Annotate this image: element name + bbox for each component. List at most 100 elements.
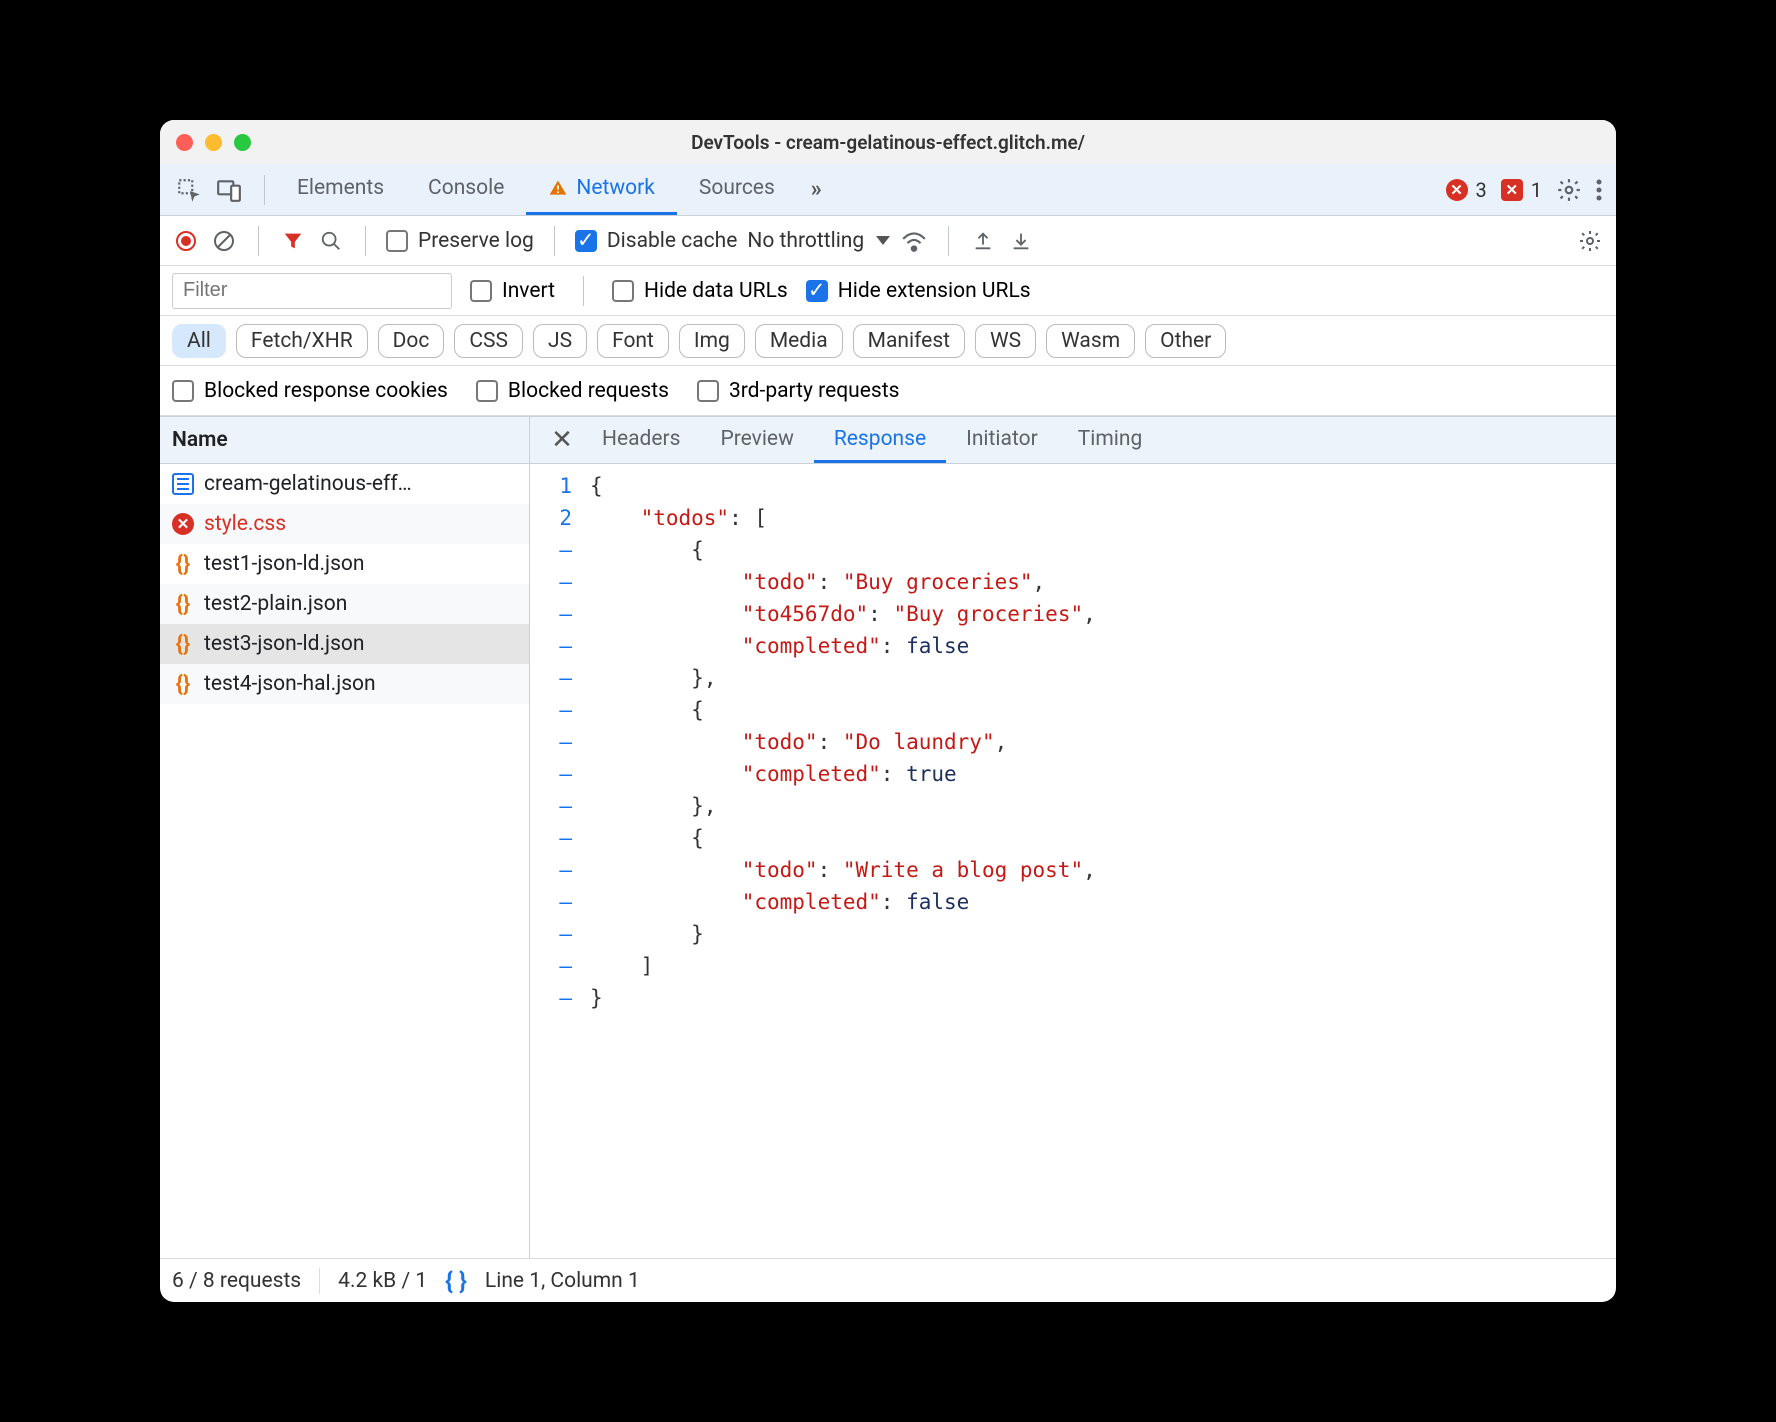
request-item[interactable]: {}test2-plain.json — [160, 584, 529, 624]
detail-tab-response[interactable]: Response — [814, 417, 946, 463]
devtools-window: DevTools - cream-gelatinous-effect.glitc… — [160, 120, 1616, 1302]
more-tabs-button[interactable]: » — [811, 177, 818, 202]
blocked-cookies-checkbox[interactable]: Blocked response cookies — [172, 379, 448, 403]
detail-tab-headers[interactable]: Headers — [582, 417, 700, 463]
tab-network[interactable]: Network — [526, 164, 677, 215]
detail-tabs: ✕ HeadersPreviewResponseInitiatorTiming — [530, 416, 1616, 464]
requests-count: 6 / 8 requests — [172, 1269, 301, 1293]
request-item[interactable]: cream-gelatinous-eff… — [160, 464, 529, 504]
invert-checkbox[interactable]: Invert — [470, 279, 555, 303]
hide-data-urls-checkbox[interactable]: Hide data URLs — [612, 279, 788, 303]
third-party-checkbox[interactable]: 3rd-party requests — [697, 379, 899, 403]
type-filter-media[interactable]: Media — [755, 324, 843, 358]
network-toolbar: Preserve log ✓Disable cache No throttlin… — [160, 216, 1616, 266]
search-icon[interactable] — [317, 227, 345, 255]
request-name: test1-json-ld.json — [204, 552, 364, 576]
kebab-menu-icon[interactable] — [1596, 178, 1602, 202]
detail-tab-preview[interactable]: Preview — [700, 417, 813, 463]
error-icon: ✕ — [172, 513, 194, 535]
type-filter-manifest[interactable]: Manifest — [853, 324, 965, 358]
disable-cache-label: Disable cache — [607, 229, 738, 253]
tab-label: Network — [576, 176, 655, 200]
request-name: cream-gelatinous-eff… — [204, 472, 412, 496]
inspect-element-icon[interactable] — [176, 177, 202, 203]
type-filter-font[interactable]: Font — [597, 324, 669, 358]
type-filter-fetch-xhr[interactable]: Fetch/XHR — [236, 324, 368, 358]
window-minimize-button[interactable] — [205, 134, 222, 151]
upload-har-icon[interactable] — [969, 227, 997, 255]
warning-icon — [548, 178, 568, 198]
tab-console[interactable]: Console — [406, 164, 526, 215]
hide-ext-urls-label: Hide extension URLs — [838, 279, 1031, 303]
close-detail-button[interactable]: ✕ — [542, 417, 582, 463]
issues-count: 1 — [1531, 178, 1542, 202]
type-filter-other[interactable]: Other — [1145, 324, 1226, 358]
type-filter-row: All Fetch/XHR Doc CSS JS Font Img Media Manifest… — [160, 316, 1616, 366]
blocked-requests-label: Blocked requests — [508, 379, 669, 403]
transfer-size: 4.2 kB / 1 — [338, 1269, 427, 1293]
chevron-down-icon — [876, 236, 890, 245]
type-filter-doc[interactable]: Doc — [378, 324, 445, 358]
tab-elements[interactable]: Elements — [275, 164, 406, 215]
hide-ext-urls-checkbox[interactable]: ✓Hide extension URLs — [806, 279, 1031, 303]
disable-cache-checkbox[interactable]: ✓Disable cache — [575, 229, 738, 253]
filter-input[interactable] — [172, 273, 452, 309]
request-list: Name cream-gelatinous-eff…✕style.css{}te… — [160, 416, 530, 1258]
tab-label: Elements — [297, 176, 384, 200]
request-name: test4-json-hal.json — [204, 672, 376, 696]
json-icon: {} — [172, 672, 194, 697]
filter-icon[interactable] — [279, 227, 307, 255]
type-filter-img[interactable]: Img — [679, 324, 745, 358]
request-name: style.css — [204, 512, 286, 536]
download-har-icon[interactable] — [1007, 227, 1035, 255]
preserve-log-checkbox[interactable]: Preserve log — [386, 229, 534, 253]
filter-row: Invert Hide data URLs ✓Hide extension UR… — [160, 266, 1616, 316]
main-pane: Name cream-gelatinous-eff…✕style.css{}te… — [160, 416, 1616, 1258]
extra-checks-row: Blocked response cookies Blocked request… — [160, 366, 1616, 416]
detail-tab-initiator[interactable]: Initiator — [946, 417, 1058, 463]
request-name: test3-json-ld.json — [204, 632, 364, 656]
request-item[interactable]: {}test1-json-ld.json — [160, 544, 529, 584]
type-filter-css[interactable]: CSS — [454, 324, 523, 358]
device-toolbar-icon[interactable] — [216, 177, 242, 203]
request-list-header[interactable]: Name — [160, 416, 529, 464]
pretty-print-icon[interactable]: { } — [445, 1267, 467, 1295]
detail-tab-timing[interactable]: Timing — [1058, 417, 1163, 463]
record-button[interactable] — [172, 227, 200, 255]
document-icon — [172, 473, 194, 495]
type-filter-js[interactable]: JS — [533, 324, 587, 358]
tab-sources[interactable]: Sources — [677, 164, 797, 215]
error-count: 3 — [1476, 178, 1487, 202]
error-count-icon[interactable]: ✕ — [1446, 179, 1468, 201]
network-settings-icon[interactable] — [1576, 227, 1604, 255]
throttling-value: No throttling — [747, 229, 864, 253]
main-tabs: Elements Console Network Sources » ✕ 3 ✕ 1 — [160, 164, 1616, 216]
blocked-requests-checkbox[interactable]: Blocked requests — [476, 379, 669, 403]
clear-button[interactable] — [210, 227, 238, 255]
window-close-button[interactable] — [176, 134, 193, 151]
network-conditions-icon[interactable] — [900, 227, 928, 255]
settings-icon[interactable] — [1556, 177, 1582, 203]
tab-label: Console — [428, 176, 504, 200]
preserve-log-label: Preserve log — [418, 229, 534, 253]
window-maximize-button[interactable] — [234, 134, 251, 151]
type-filter-all[interactable]: All — [172, 324, 226, 358]
request-item[interactable]: {} test4-json-hal.json — [160, 664, 529, 704]
request-name: test2-plain.json — [204, 592, 347, 616]
issues-count-icon[interactable]: ✕ — [1501, 179, 1523, 201]
hide-data-urls-label: Hide data URLs — [644, 279, 788, 303]
detail-pane: ✕ HeadersPreviewResponseInitiatorTiming … — [530, 416, 1616, 1258]
window-title: DevTools - cream-gelatinous-effect.glitc… — [160, 131, 1616, 154]
invert-label: Invert — [502, 279, 555, 303]
type-filter-wasm[interactable]: Wasm — [1046, 324, 1135, 358]
request-item[interactable]: {}test3-json-ld.json — [160, 624, 529, 664]
tab-label: Sources — [699, 176, 775, 200]
third-party-label: 3rd-party requests — [729, 379, 899, 403]
blocked-cookies-label: Blocked response cookies — [204, 379, 448, 403]
throttling-select[interactable]: No throttling — [747, 229, 890, 253]
request-item[interactable]: ✕ style.css — [160, 504, 529, 544]
cursor-position: Line 1, Column 1 — [485, 1269, 640, 1293]
type-filter-ws[interactable]: WS — [975, 324, 1036, 358]
response-body[interactable]: 12––––––––––––––– { "todos": [ { "todo":… — [530, 464, 1616, 1258]
traffic-lights — [176, 134, 251, 151]
